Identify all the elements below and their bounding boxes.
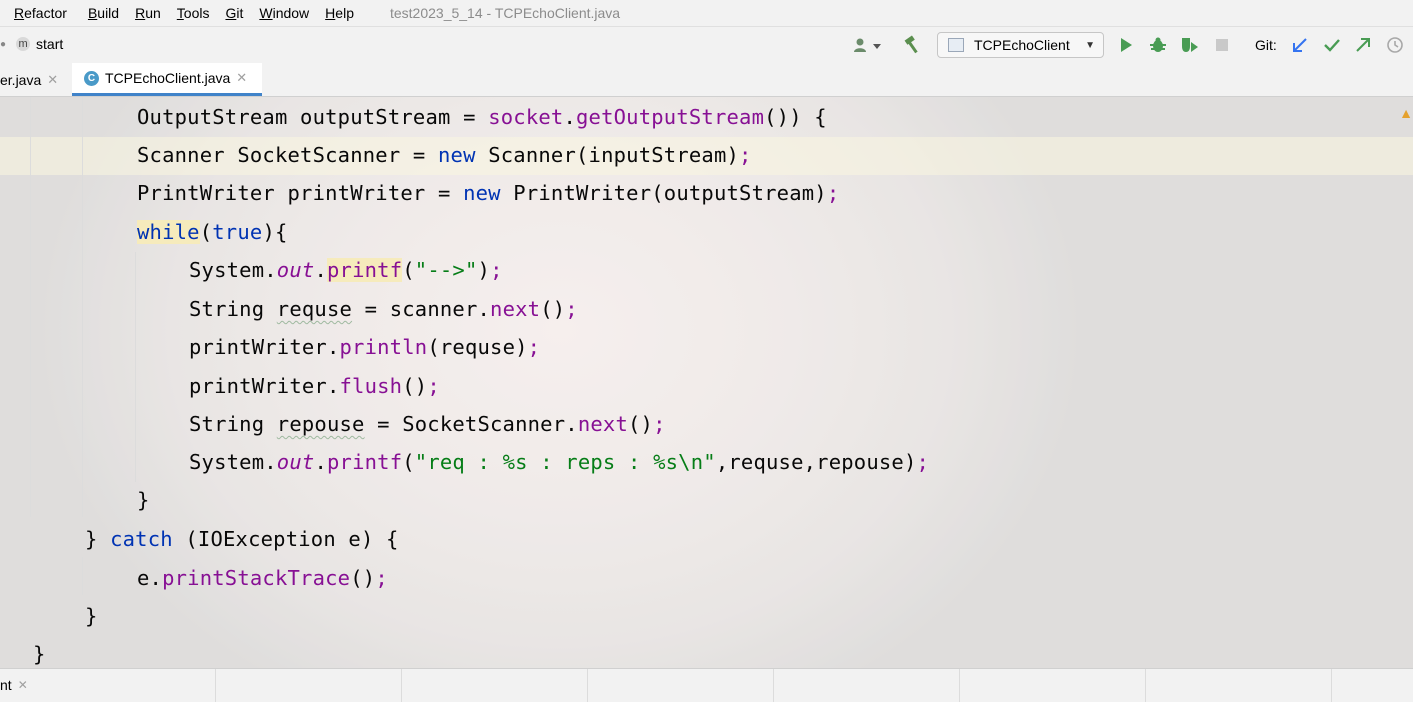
code-editor[interactable]: ▲ OutputStream outputStream = socket.get… [0,97,1413,668]
tab-label: er.java [0,71,42,88]
close-icon[interactable]: ✕ [47,72,58,88]
code-line: System.out.printf("req : %s : reps : %s\… [189,450,930,474]
indent-guide [30,97,31,517]
status-cell [401,669,402,702]
run-configuration-select[interactable]: TCPEchoClient ▼ [937,32,1104,58]
code-line: OutputStream outputStream = socket.getOu… [137,105,827,129]
user-icon[interactable] [850,33,886,57]
menu-refactor[interactable]: Refactor [14,5,67,21]
run-config-icon [948,38,964,52]
code-line: } [85,604,98,628]
tab-server-java[interactable]: er.java ✕ [0,63,70,96]
menu-build[interactable]: Build [88,5,119,21]
bottom-tab[interactable]: nt ✕ [0,677,28,693]
menu-bar: Refactor Build Run Tools Git Window Help… [0,0,1413,26]
indent-guide [135,252,136,482]
close-icon[interactable]: ✕ [18,678,28,692]
close-icon[interactable]: ✕ [236,70,247,86]
menu-tools[interactable]: Tools [177,5,210,21]
git-label: Git: [1255,37,1277,53]
code-line: printWriter.flush(); [189,374,440,398]
code-line: String repouse = SocketScanner.next(); [189,412,666,436]
code-line: } [137,488,150,512]
stop-icon[interactable] [1212,33,1232,57]
code-line: System.out.printf("-->"); [189,258,503,282]
breadcrumb[interactable]: ● m start [0,36,63,52]
history-icon[interactable] [1385,33,1405,57]
method-icon: m [16,37,31,51]
code-line: while(true){ [137,220,288,244]
run-configuration-label: TCPEchoClient [974,37,1070,53]
status-cell [1145,669,1146,702]
code-line: printWriter.println(requse); [189,335,541,359]
editor-tab-bar: er.java ✕ C TCPEchoClient.java ✕ [0,63,1413,97]
menu-help[interactable]: Help [325,5,354,21]
indent-guide [82,557,83,595]
breadcrumb-label: start [36,36,64,52]
status-cell [773,669,774,702]
menu-git[interactable]: Git [225,5,243,21]
circle-edge-icon: ● [0,38,7,50]
run-icon[interactable] [1116,33,1136,57]
status-cell [215,669,216,702]
java-class-icon: C [84,70,99,86]
bottom-tab-label: nt [0,677,12,693]
warning-icon[interactable]: ▲ [1399,105,1413,121]
git-commit-icon[interactable] [1322,33,1342,57]
status-cell [1331,669,1332,702]
code-line: PrintWriter printWriter = new PrintWrite… [137,181,840,205]
navigation-toolbar: ● m start TCPEchoClient ▼ Git: [0,26,1413,64]
tab-label: TCPEchoClient.java [105,70,231,86]
status-cell [587,669,588,702]
indent-guide [82,97,83,517]
code-line: Scanner SocketScanner = new Scanner(inpu… [137,143,752,167]
debug-icon[interactable] [1147,33,1169,57]
git-update-icon[interactable] [1290,33,1310,57]
chevron-down-icon: ▼ [1085,39,1095,51]
hammer-icon[interactable] [902,33,924,57]
tab-tcpechoclient-java[interactable]: C TCPEchoClient.java ✕ [72,63,262,96]
code-line: } [33,642,46,666]
status-cell [959,669,960,702]
menu-window[interactable]: Window [259,5,309,21]
coverage-icon[interactable] [1178,33,1200,57]
code-line: e.printStackTrace(); [137,566,388,590]
code-line: String requse = scanner.next(); [189,297,578,321]
menu-run[interactable]: Run [135,5,161,21]
code-line: } catch (IOException e) { [85,527,399,551]
window-title: test2023_5_14 - TCPEchoClient.java [389,5,621,21]
bottom-tool-bar: nt ✕ [0,668,1413,702]
git-push-icon[interactable] [1353,33,1373,57]
